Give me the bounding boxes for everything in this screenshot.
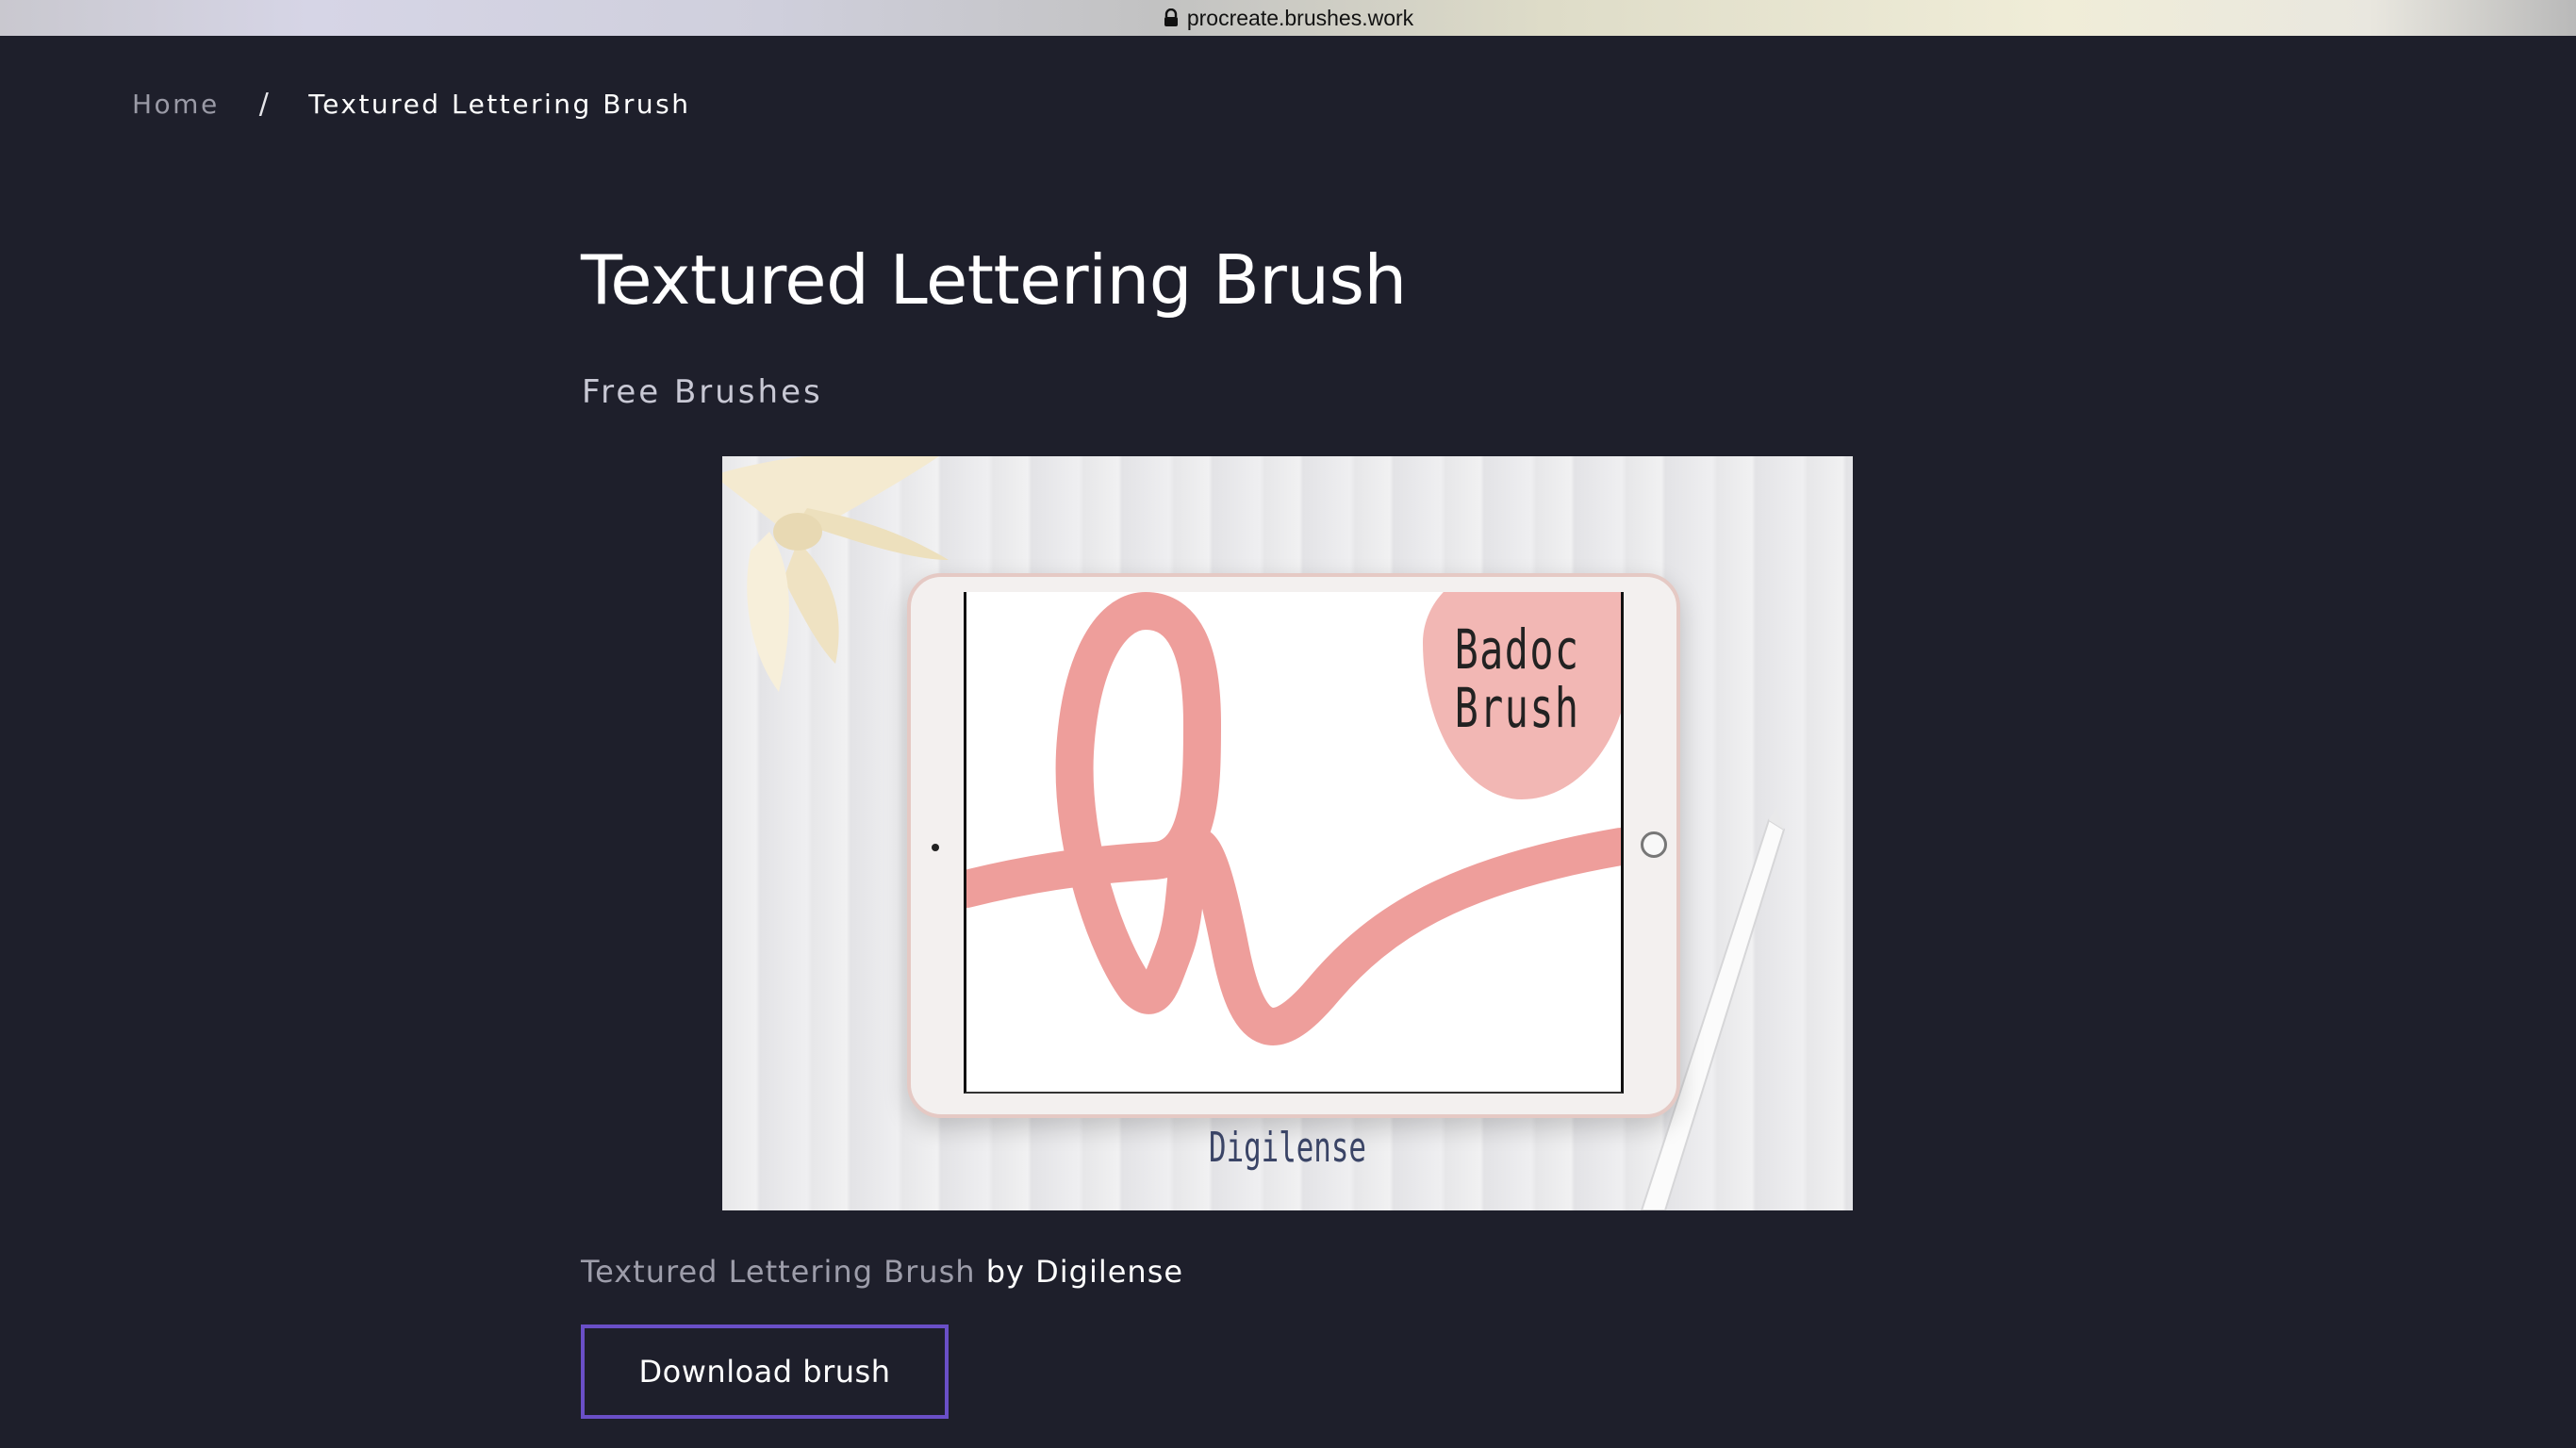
- camera-dot: [932, 844, 939, 851]
- brush-name-link[interactable]: Textured Lettering Brush: [581, 1254, 976, 1290]
- ipad-mockup: Badoc Brush: [907, 573, 1680, 1118]
- breadcrumb-separator: /: [258, 88, 272, 121]
- lock-icon: [1163, 8, 1180, 27]
- brush-preview-image: Badoc Brush Digilense: [722, 456, 1853, 1210]
- home-button-icon: [1641, 831, 1667, 858]
- page-title: Textured Lettering Brush: [581, 240, 1407, 320]
- lettering-stroke: [966, 592, 1621, 1045]
- breadcrumb: Home / Textured Lettering Brush: [132, 88, 691, 121]
- ipad-screen: Badoc Brush: [964, 592, 1624, 1094]
- brush-credit: Textured Lettering Brush by Digilense: [581, 1254, 1183, 1290]
- breadcrumb-home-link[interactable]: Home: [132, 89, 220, 120]
- breadcrumb-current: Textured Lettering Brush: [308, 89, 691, 120]
- author-text: by Digilense: [985, 1254, 1184, 1290]
- url-text[interactable]: procreate.brushes.work: [1187, 6, 1413, 31]
- download-brush-button[interactable]: Download brush: [581, 1325, 949, 1419]
- category-label: Free Brushes: [582, 373, 823, 411]
- hero-caption: Digilense: [1209, 1124, 1366, 1172]
- browser-address-bar[interactable]: procreate.brushes.work: [0, 0, 2576, 36]
